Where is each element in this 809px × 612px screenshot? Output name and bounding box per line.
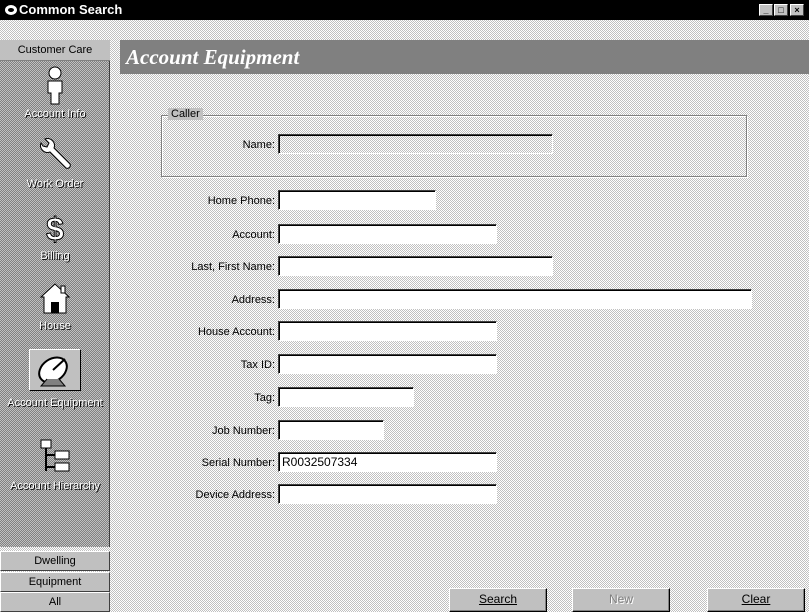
wrench-icon: [40, 138, 71, 169]
device-address-label: Device Address:: [195, 489, 275, 501]
account-field[interactable]: [278, 224, 497, 244]
svg-text:$: $: [46, 211, 64, 247]
new-button[interactable]: New: [572, 588, 670, 612]
account-label: Account:: [232, 229, 275, 241]
tab-dwelling[interactable]: Dwelling: [0, 551, 110, 571]
device-address-field[interactable]: [278, 484, 497, 504]
sidebar-item-house[interactable]: House: [0, 279, 110, 333]
job-number-label: Job Number:: [212, 425, 275, 437]
page-title: Account Equipment: [120, 40, 809, 74]
sidebar-item-account-hierarchy[interactable]: Account Hierarchy: [0, 437, 110, 493]
tab-customer-care[interactable]: Customer Care: [0, 40, 110, 61]
tax-id-field[interactable]: [278, 354, 497, 374]
home-phone-label: Home Phone:: [207, 195, 275, 207]
caller-name-field[interactable]: [278, 134, 553, 154]
minimize-icon[interactable]: _: [759, 4, 773, 16]
house-account-label: House Account:: [197, 326, 275, 338]
search-button[interactable]: Search: [449, 588, 547, 612]
serial-number-label: Serial Number:: [201, 457, 275, 469]
window-title: Common Search: [19, 2, 123, 17]
address-field[interactable]: [278, 289, 752, 309]
satellite-dish-icon: [38, 356, 68, 387]
sidebar-item-label: Billing: [40, 250, 70, 262]
tag-field[interactable]: [278, 387, 414, 407]
close-icon[interactable]: ×: [790, 4, 804, 16]
sidebar-item-label: Work Order: [26, 178, 84, 190]
dollar-icon: $: [46, 211, 65, 248]
caller-legend: Caller: [168, 108, 203, 120]
person-icon: [47, 66, 63, 105]
name-label: Name:: [242, 139, 275, 151]
title-bar: Common Search _ □ ×: [0, 0, 809, 20]
tax-id-label: Tax ID:: [240, 359, 275, 371]
home-phone-field[interactable]: [278, 190, 436, 210]
house-icon: [39, 283, 71, 314]
serial-number-field[interactable]: [278, 452, 497, 472]
sidebar-item-billing[interactable]: $ Billing: [0, 209, 110, 263]
sidebar-item-account-equipment[interactable]: Account Equipment: [0, 349, 110, 410]
search-button-label: Search: [478, 592, 518, 606]
tab-equipment[interactable]: Equipment: [0, 572, 110, 592]
clear-button[interactable]: Clear: [707, 588, 805, 612]
sidebar-item-label: Account Hierarchy: [10, 480, 100, 492]
job-number-field[interactable]: [278, 420, 384, 440]
active-icon-frame: [29, 349, 81, 391]
clear-button-label: Clear: [741, 592, 771, 606]
maximize-icon[interactable]: □: [774, 4, 788, 16]
sidebar-item-label: House: [39, 320, 71, 332]
tag-label: Tag:: [254, 392, 275, 404]
sidebar-item-label: Account Info: [24, 108, 86, 120]
tab-all[interactable]: All: [0, 592, 110, 612]
last-first-name-field[interactable]: [278, 256, 553, 276]
sidebar-item-account-info[interactable]: Account Info: [0, 65, 110, 121]
new-button-label: New: [608, 592, 633, 606]
house-account-field[interactable]: [278, 321, 497, 341]
hierarchy-icon: [40, 439, 70, 472]
last-first-name-label: Last, First Name:: [191, 261, 275, 273]
sidebar-item-work-order[interactable]: Work Order: [0, 137, 110, 191]
sidebar-item-label: Account Equipment: [7, 397, 103, 409]
app-icon[interactable]: [3, 2, 19, 18]
sidebar: Account Info Work Order $ Billing House …: [0, 61, 110, 547]
address-label: Address:: [231, 294, 275, 306]
